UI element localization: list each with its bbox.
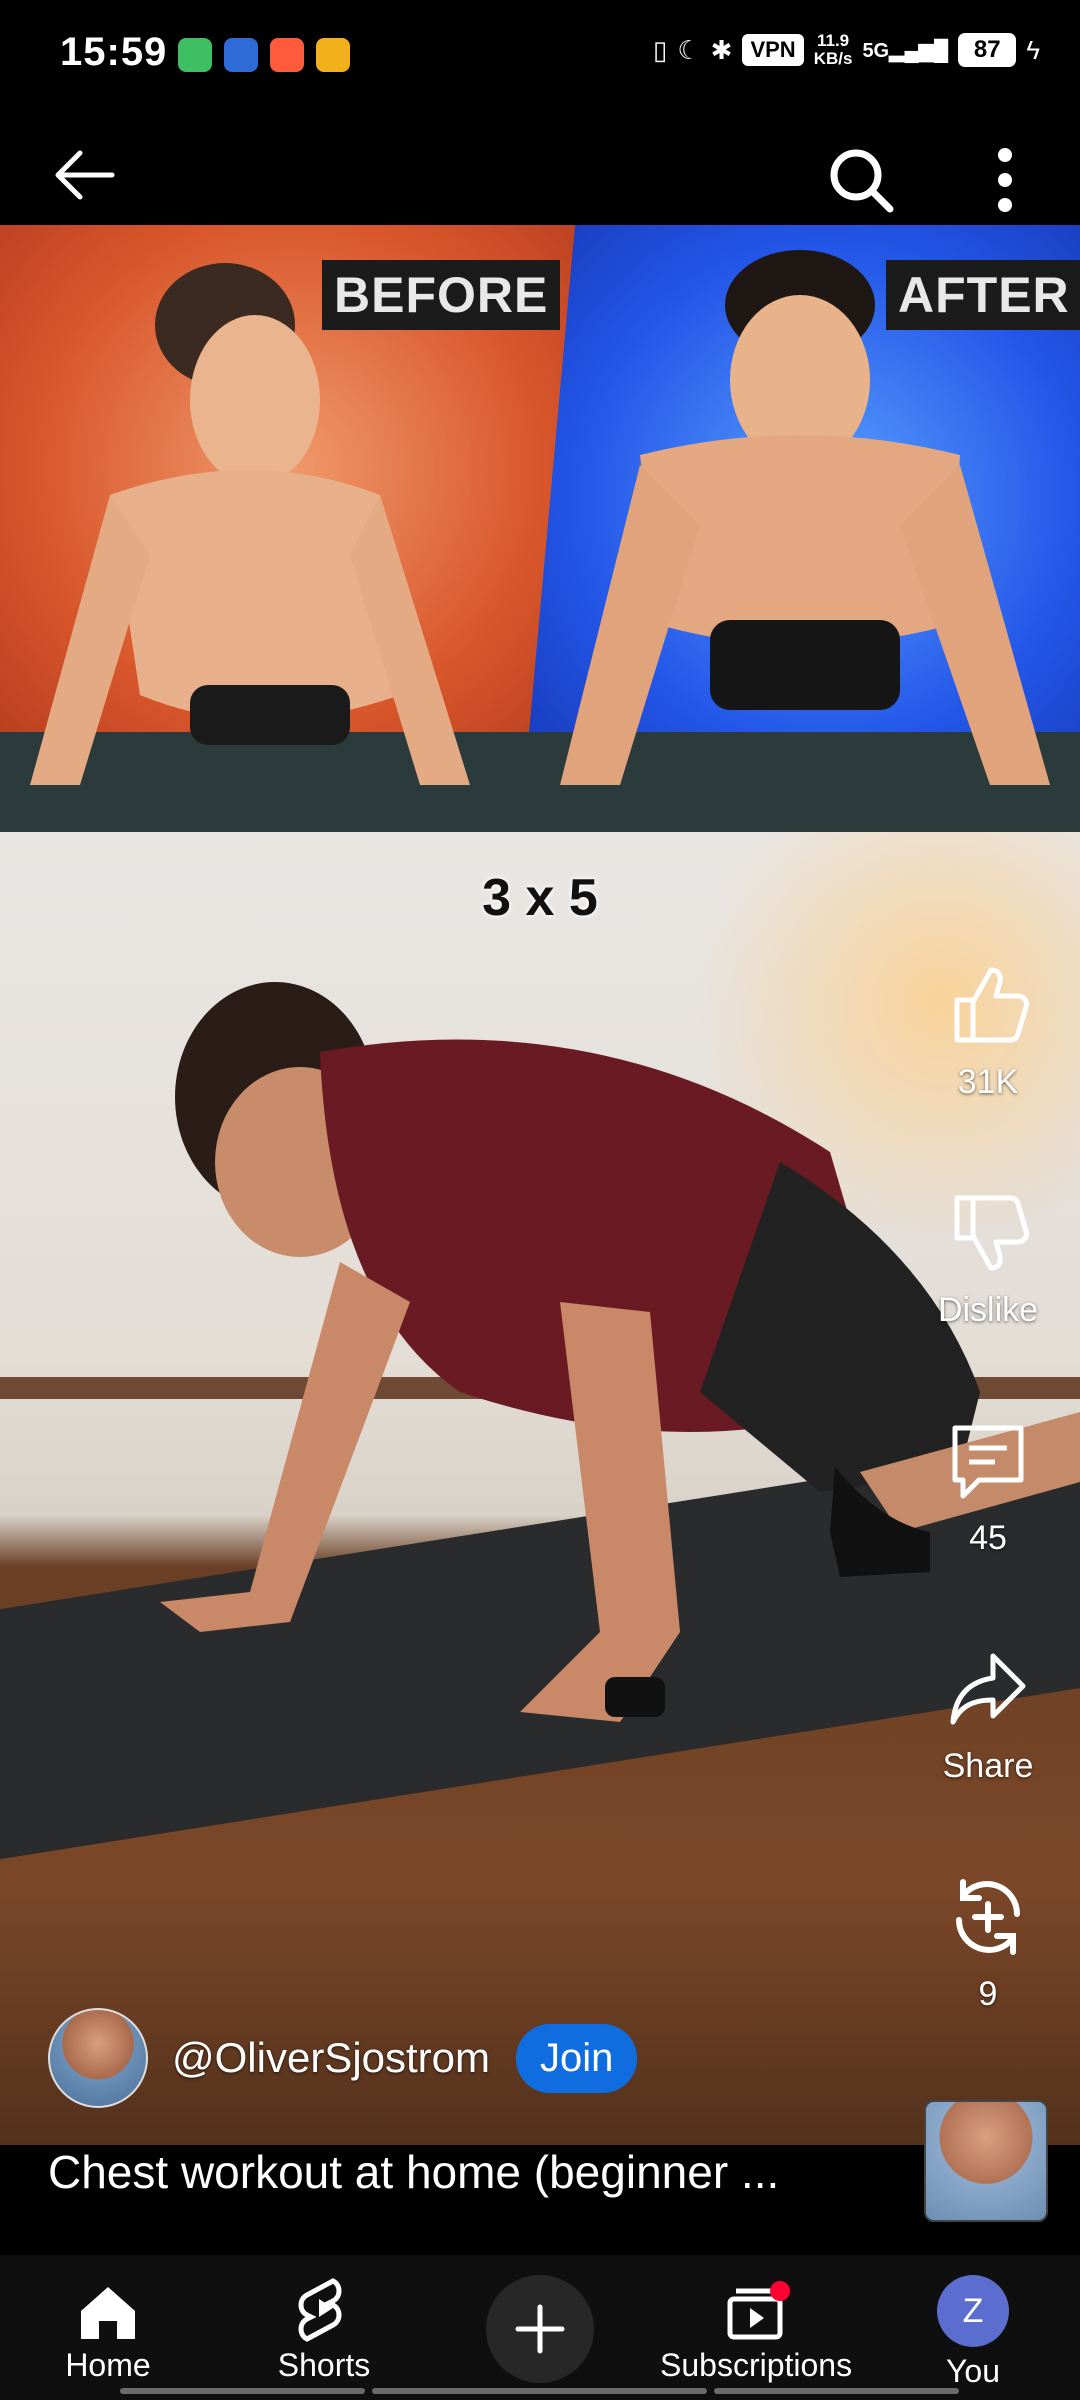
bluetooth-icon: ✱ [710,34,733,65]
video-player[interactable]: 3 x 5 31K Dislike 45 Share 9 [0,832,1080,2145]
status-time: 15:59 [60,30,168,74]
back-arrow-icon [55,150,115,200]
comment-icon [952,1425,1024,1499]
like-button[interactable]: 31K [908,962,1068,1102]
channel-row: @OliverSjostrom Join [48,2008,638,2108]
top-app-bar [0,115,1080,225]
app-notification-icon [316,38,350,72]
status-app-icons [178,38,350,72]
app-notification-icon [178,38,212,72]
join-button[interactable]: Join [516,2023,638,2093]
before-label: BEFORE [322,260,561,330]
status-indicators: ▯ ☾ ✱ VPN 11.9 KB/s 5G▂▄▆█ 87 ϟ [653,32,1040,68]
related-video-thumbnail[interactable] [924,2100,1048,2222]
back-button[interactable] [50,145,120,205]
speed-unit: KB/s [813,49,853,68]
rep-overlay-text: 3 x 5 [482,869,598,927]
video-title[interactable]: Chest workout at home (beginner ... [48,2145,908,2199]
more-vertical-icon [998,148,1012,212]
vpn-badge: VPN [742,34,804,66]
comments-button[interactable]: 45 [908,1418,1068,1558]
channel-avatar[interactable] [48,2008,148,2108]
nav-shorts-label: Shorts [277,2347,371,2383]
share-icon [950,1653,1026,1725]
network-type: 5G [862,39,890,62]
network-speed: 11.9 KB/s [814,32,853,68]
nav-subscriptions-label: Subscriptions [660,2347,853,2383]
thumbs-down-icon [954,1195,1029,1271]
nav-home-label: Home [65,2347,151,2383]
shorts-icon [298,2278,342,2342]
app-notification-icon [224,38,258,72]
remix-button[interactable]: 9 [908,1874,1068,2014]
like-count: 31K [957,1063,1019,1101]
create-button[interactable] [486,2275,594,2383]
subscriptions-icon [727,2281,790,2340]
channel-name[interactable]: @OliverSjostrom [172,2034,490,2082]
nav-you[interactable]: Z You [918,2255,1028,2400]
nav-you-label: You [946,2353,1000,2389]
dnd-moon-icon: ☾ [677,34,701,65]
app-notification-icon [270,38,304,72]
remix-count: 9 [978,1975,998,2013]
after-label: AFTER [886,260,1080,330]
home-icon [81,2287,135,2339]
before-after-thumbnail: BEFORE AFTER [0,225,1080,832]
search-icon [830,149,894,213]
status-bar: 15:59 ▯ ☾ ✱ VPN 11.9 KB/s 5G▂▄▆█ 87 ϟ [0,0,1080,115]
plus-icon [515,2304,565,2354]
gesture-bar [372,2388,707,2394]
battery-indicator: 87 [958,33,1017,67]
dislike-label: Dislike [937,1291,1039,1329]
share-button[interactable]: Share [908,1646,1068,1786]
nav-home[interactable]: Home [48,2255,168,2400]
comment-count: 45 [969,1519,1007,1557]
you-avatar: Z [937,2275,1009,2347]
bottom-navigation: Home Shorts Subscriptions Z You [0,2255,1080,2400]
gesture-bar [714,2388,959,2394]
thumbs-up-icon [954,967,1029,1043]
nav-shorts[interactable]: Shorts [264,2255,384,2400]
more-options-button[interactable] [985,145,1025,215]
vibrate-icon: ▯ [653,34,668,65]
share-label: Share [942,1747,1034,1785]
speed-value: 11.9 [816,31,850,50]
dislike-button[interactable]: Dislike [908,1190,1068,1330]
notification-dot [770,2281,790,2301]
signal-icon: 5G▂▄▆█ [862,39,949,62]
remix-icon [956,1879,1020,1955]
nav-subscriptions[interactable]: Subscriptions [660,2255,853,2400]
gesture-bar [120,2388,365,2394]
search-button[interactable] [826,145,896,215]
charging-icon: ϟ [1026,34,1040,65]
